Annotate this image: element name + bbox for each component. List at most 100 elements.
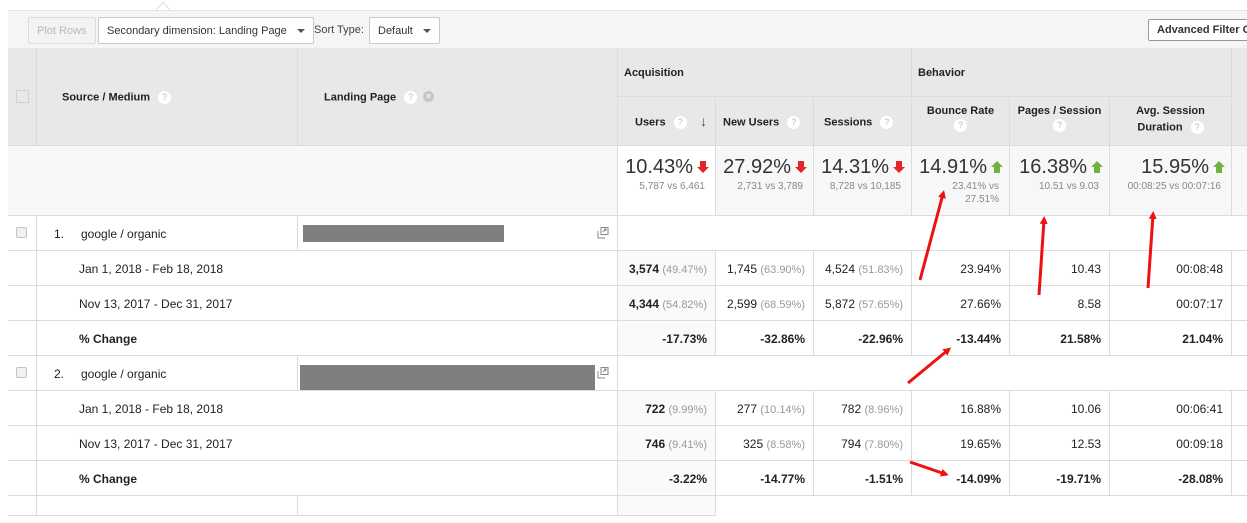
summary-avg-duration-compare: 00:08:25 vs 00:07:16	[1127, 181, 1221, 192]
acquisition-label: Acquisition	[624, 67, 684, 79]
column-header-users[interactable]: Users? ↓	[618, 97, 716, 146]
row-spacer	[8, 286, 37, 321]
new-users-value: 277 (10.14%)	[737, 402, 805, 416]
row-checkbox[interactable]	[16, 227, 27, 238]
row-checkbox[interactable]	[16, 367, 27, 378]
column-header-bounce-rate[interactable]: Bounce Rate ?	[912, 97, 1010, 146]
table-toolbar: Plot Rows Secondary dimension: Landing P…	[8, 10, 1247, 48]
open-external-icon[interactable]	[597, 227, 609, 239]
source-medium-cell	[37, 496, 298, 516]
metric-percent-of-total: (7.80%)	[864, 439, 903, 451]
period-label-cell: Jan 1, 2018 - Feb 18, 2018	[37, 251, 618, 286]
plot-rows-button[interactable]: Plot Rows	[28, 17, 96, 44]
metric-value: 5,872	[824, 297, 856, 311]
period-bounce-rate: 19.65%	[912, 426, 1010, 461]
open-external-icon[interactable]	[597, 367, 609, 379]
summary-new-users-compare: 2,731 vs 3,789	[737, 181, 803, 192]
column-header-pages-session[interactable]: Pages / Session ?	[1010, 97, 1110, 146]
metric-percent-of-total: (63.90%)	[760, 264, 805, 276]
users-value: 4,344 (54.82%)	[629, 297, 707, 311]
source-medium-link[interactable]: google / organic	[81, 227, 166, 241]
sort-type-label: Sort Type:	[314, 24, 364, 36]
select-all-cell	[8, 48, 37, 146]
help-icon[interactable]: ?	[404, 91, 418, 104]
metric-value: 782	[841, 402, 862, 416]
advanced-filter-button[interactable]: Advanced Filter O	[1148, 19, 1247, 41]
summary-bounce-rate: 14.91% 23.41% vs 27.51%	[912, 146, 1010, 216]
help-icon[interactable]: ?	[1053, 119, 1066, 132]
avg-session-label-line1: Avg. Session	[1136, 105, 1205, 117]
column-header-avg-session-duration[interactable]: Avg. Session Duration?	[1110, 97, 1232, 146]
metric-value: 00:08:48	[1176, 262, 1223, 276]
summary-bounce-rate-compare: 23.41% vs 27.51%	[952, 181, 999, 205]
remove-dimension-icon[interactable]: ✕	[423, 91, 435, 102]
bounce-rate-value: 16.88%	[960, 402, 1001, 416]
metric-percent-of-total: (8.58%)	[766, 439, 805, 451]
metric-value: 27.66%	[960, 297, 1001, 311]
period-new-users: 325 (8.58%)	[716, 426, 814, 461]
change-bounce-rate: -13.44%	[912, 321, 1010, 356]
avg-duration-value: 00:09:18	[1176, 437, 1223, 451]
select-all-checkbox[interactable]	[16, 90, 29, 103]
arrow-down-icon	[795, 161, 807, 173]
pages-session-change-value: -19.71%	[1056, 472, 1101, 486]
sort-type-dropdown[interactable]: Default	[369, 17, 440, 44]
period-sessions: 782 (8.96%)	[814, 391, 912, 426]
landing-page-cell	[298, 216, 618, 251]
users-value: 746 (9.41%)	[645, 437, 707, 451]
sessions-value: 794 (7.80%)	[841, 437, 903, 451]
arrow-up-icon	[991, 161, 1003, 173]
row-spacer	[8, 251, 37, 286]
period-avg-duration: 00:07:17	[1110, 286, 1232, 321]
period-pages-session: 12.53	[1010, 426, 1110, 461]
landing-page-cell	[298, 496, 618, 516]
row-overflow	[1232, 426, 1247, 461]
header-overflow	[1232, 48, 1247, 146]
secondary-dimension-dropdown[interactable]: Secondary dimension: Landing Page	[98, 17, 314, 44]
new-users-change-value: -14.77%	[760, 472, 805, 486]
source-medium-link[interactable]: google / organic	[81, 367, 166, 381]
metric-value: 8.58	[1077, 297, 1101, 311]
column-header-source-medium[interactable]: Source / Medium?	[37, 48, 298, 146]
arrow-up-icon	[1213, 161, 1225, 173]
row-index: 1.	[54, 227, 65, 241]
help-icon[interactable]: ?	[158, 91, 172, 104]
row-overflow	[1232, 321, 1247, 356]
change-users: -3.22%	[618, 461, 716, 496]
change-new-users: -32.86%	[716, 321, 814, 356]
bounce-rate-value: 23.94%	[960, 262, 1001, 276]
plot-rows-label: Plot Rows	[37, 24, 87, 37]
sort-descending-icon[interactable]: ↓	[700, 113, 707, 129]
column-header-sessions[interactable]: Sessions?	[814, 97, 912, 146]
summary-users: 10.43% 5,787 vs 6,461	[618, 146, 716, 216]
metric-value: 12.53	[1070, 437, 1101, 451]
metric-percent-of-total: (54.82%)	[662, 299, 707, 311]
column-header-landing-page[interactable]: Landing Page? ✕	[298, 48, 618, 146]
row-overflow	[1232, 286, 1247, 321]
users-cell	[618, 496, 716, 516]
help-icon[interactable]: ?	[954, 119, 967, 132]
change-bounce-rate: -14.09%	[912, 461, 1010, 496]
new-users-value: 2,599 (68.59%)	[727, 297, 805, 311]
period-label-cell: Nov 13, 2017 - Dec 31, 2017	[37, 426, 618, 461]
metric-percent-of-total: (51.83%)	[858, 264, 903, 276]
help-icon[interactable]: ?	[787, 116, 801, 129]
users-change-value: -3.22%	[668, 472, 707, 486]
row-spacer	[8, 426, 37, 461]
metric-value: 16.88%	[960, 402, 1001, 416]
help-icon[interactable]: ?	[1190, 121, 1204, 134]
metric-value: 1,745	[726, 262, 758, 276]
help-icon[interactable]: ?	[673, 116, 687, 129]
column-header-new-users[interactable]: New Users?	[716, 97, 814, 146]
sessions-change-value: -22.96%	[858, 332, 903, 346]
change-label-cell: % Change	[37, 321, 618, 356]
help-icon[interactable]: ?	[880, 116, 894, 129]
change-users: -17.73%	[618, 321, 716, 356]
change-label: % Change	[79, 332, 138, 346]
period-pages-session: 10.06	[1010, 391, 1110, 426]
row-metrics-empty	[618, 216, 1247, 251]
row-overflow	[1232, 391, 1247, 426]
row-overflow	[1232, 461, 1247, 496]
change-new-users: -14.77%	[716, 461, 814, 496]
summary-sessions-compare: 8,728 vs 10,185	[829, 181, 901, 192]
